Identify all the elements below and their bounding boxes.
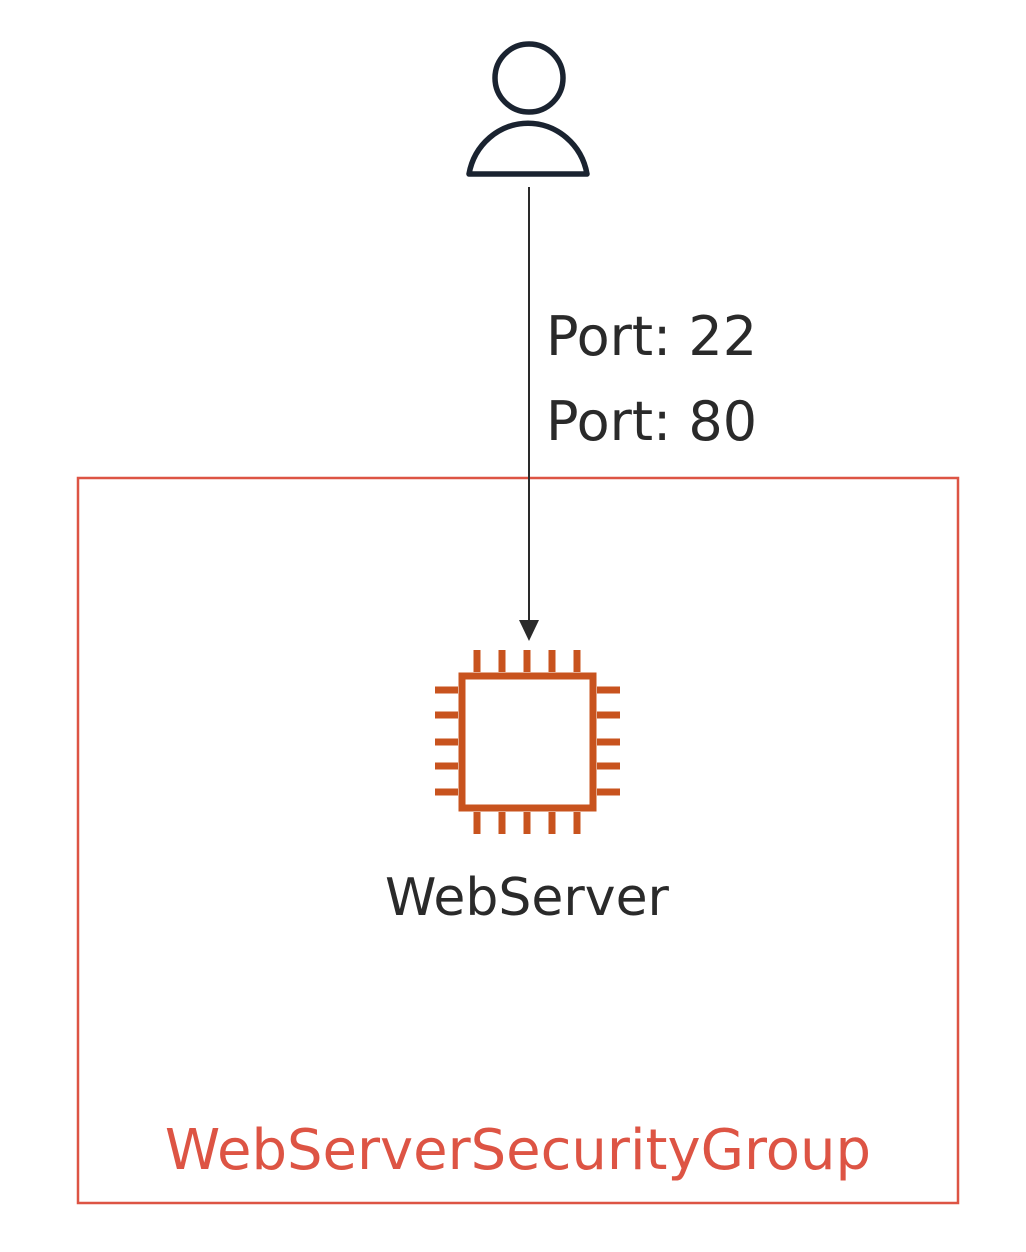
diagram-canvas <box>76 41 960 1205</box>
port-label-22: Port: 22 <box>546 305 758 368</box>
ec2-chip-icon <box>435 650 620 834</box>
connection-arrow <box>519 187 539 641</box>
user-icon <box>466 41 590 177</box>
port-label-80: Port: 80 <box>546 390 758 453</box>
security-group-label: WebServerSecurityGroup <box>164 1118 872 1183</box>
instance-label: WebServer <box>385 868 669 928</box>
security-group-boundary <box>76 476 960 1205</box>
